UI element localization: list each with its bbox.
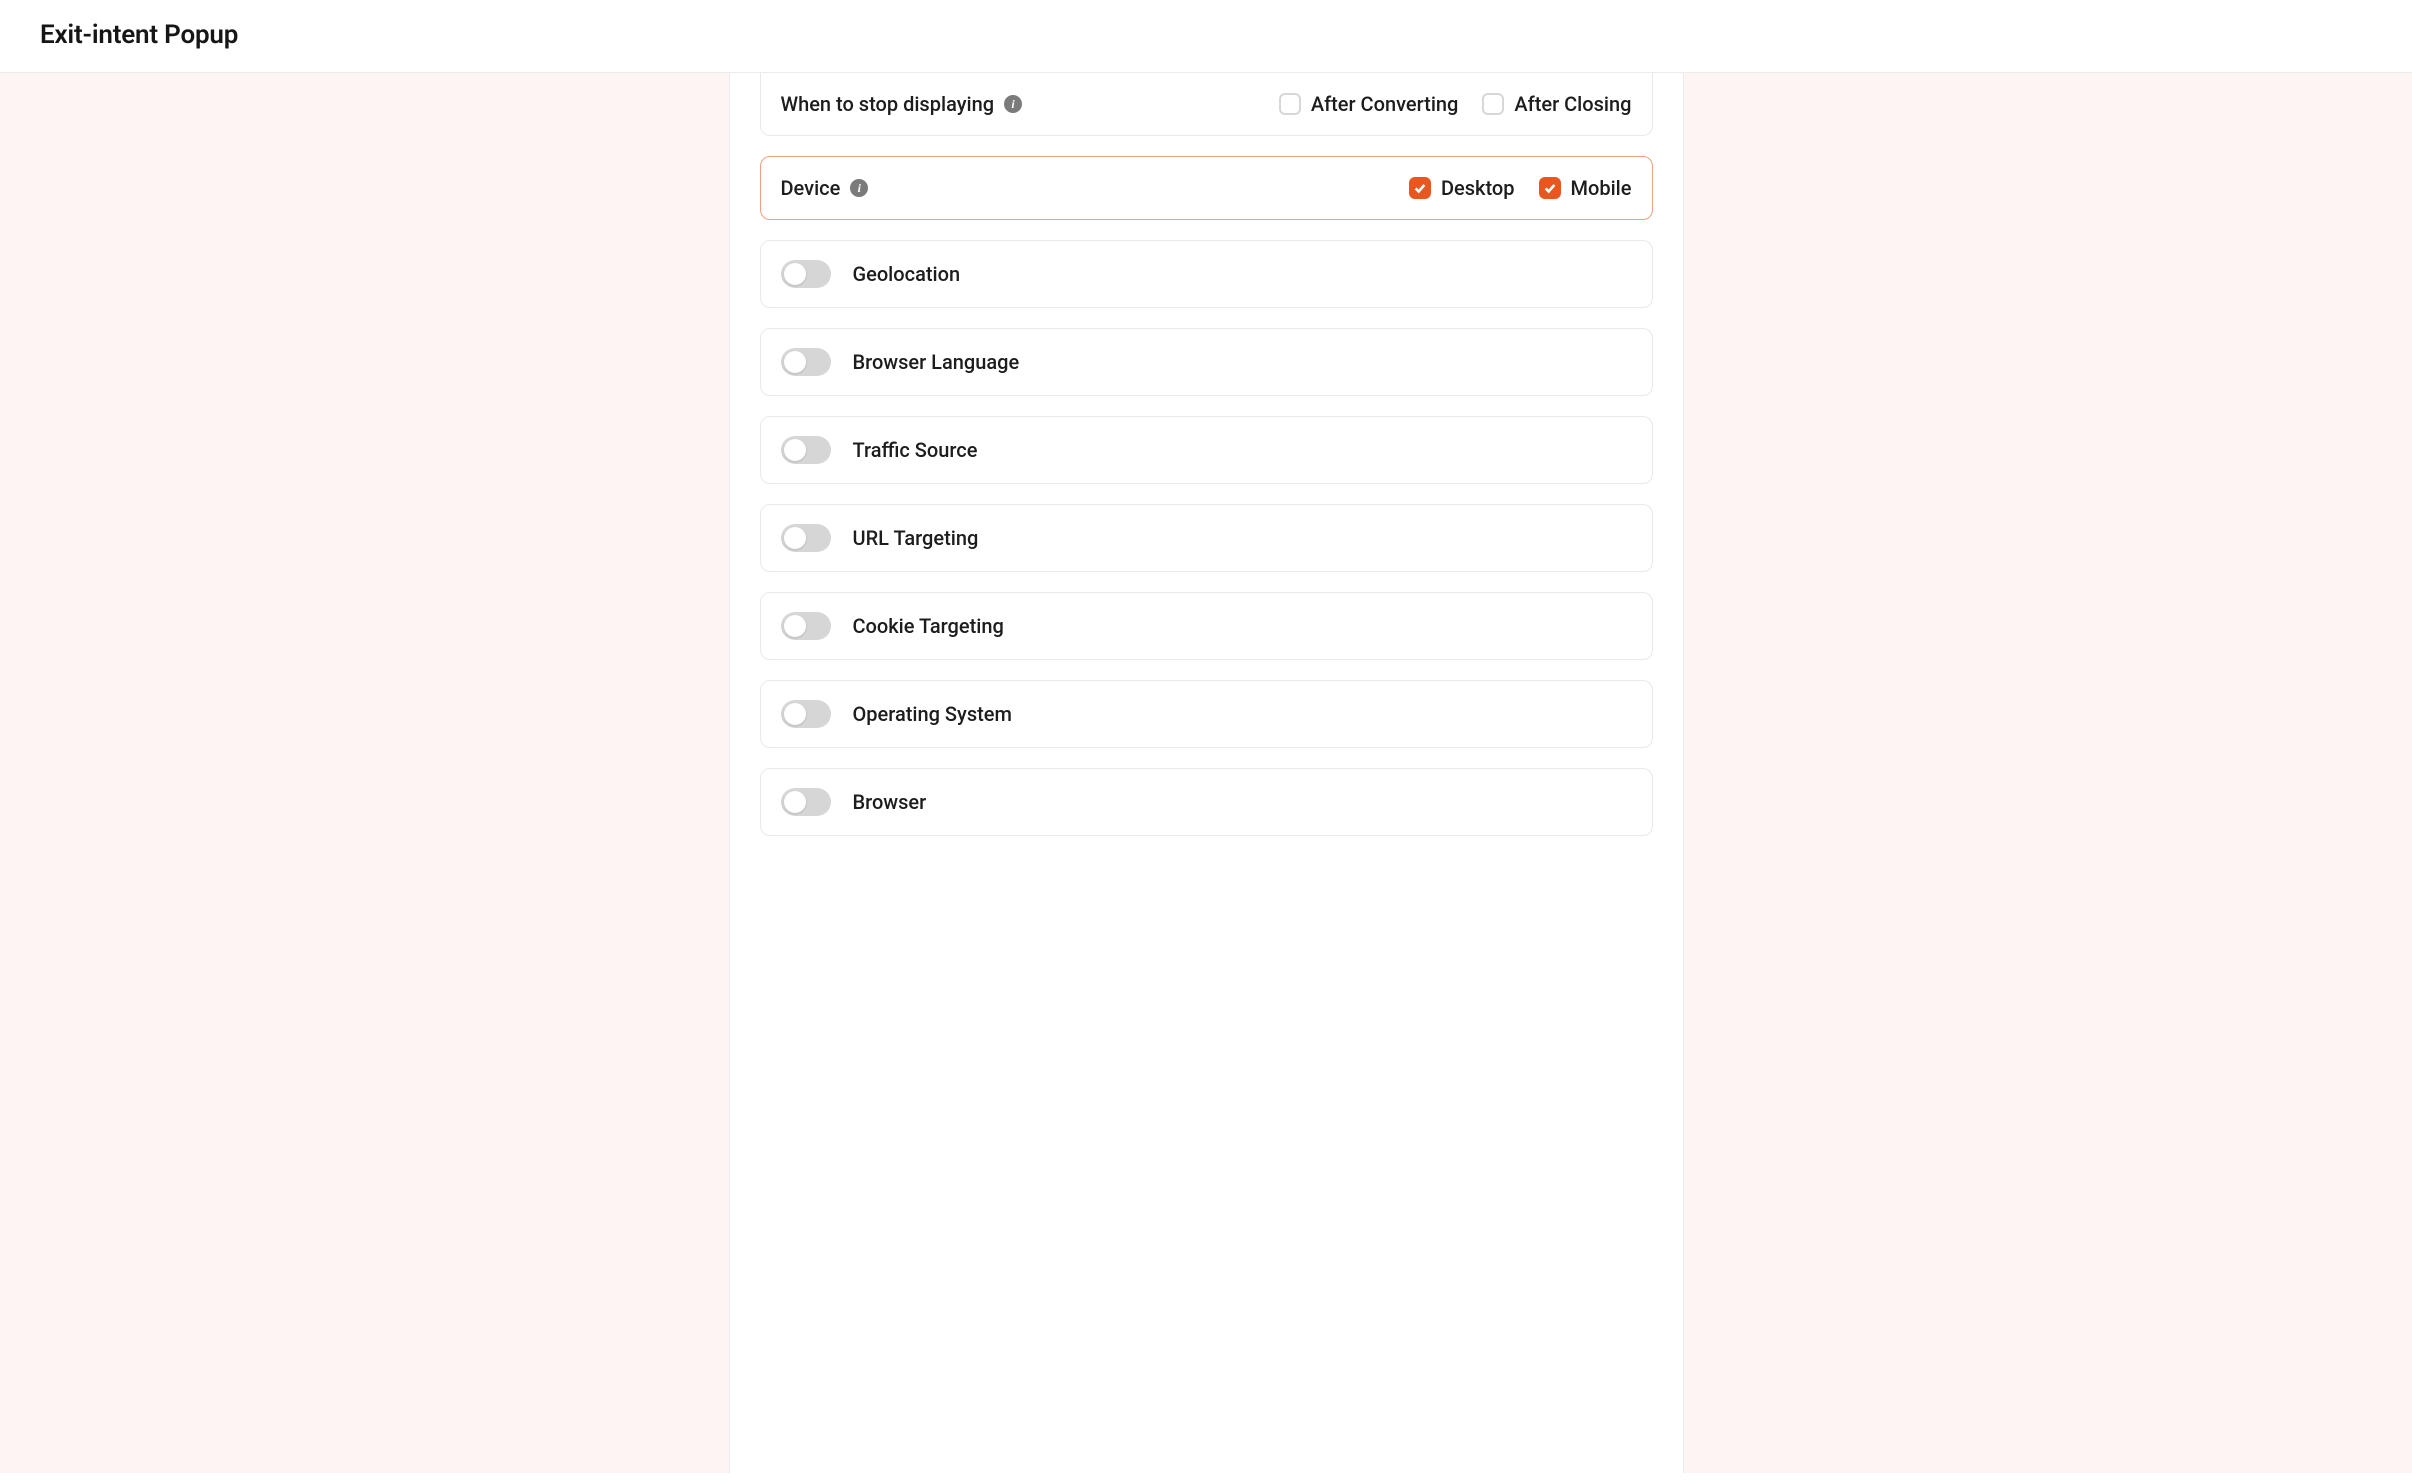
toggle-browser[interactable] [781, 788, 831, 816]
toggle-browser-language[interactable] [781, 348, 831, 376]
toggle-operating-system[interactable] [781, 700, 831, 728]
option-desktop: Desktop [1409, 176, 1515, 200]
page-title: Exit-intent Popup [40, 20, 2372, 50]
option-label: After Closing [1514, 92, 1631, 116]
checkbox-after-closing[interactable] [1482, 93, 1504, 115]
option-label: Desktop [1441, 176, 1515, 200]
row-browser-language: Browser Language [760, 328, 1653, 396]
toggle-knob [784, 439, 806, 461]
toggle-label: Cookie Targeting [853, 614, 1004, 638]
option-label: After Converting [1311, 92, 1459, 116]
row-label-stop-displaying: When to stop displaying i [781, 92, 1023, 116]
settings-panel: When to stop displaying i After Converti… [729, 73, 1684, 1473]
toggle-label: Operating System [853, 702, 1012, 726]
stop-displaying-options: After Converting After Closing [1279, 92, 1632, 116]
row-url-targeting: URL Targeting [760, 504, 1653, 572]
toggle-knob [784, 703, 806, 725]
label-text: Device [781, 176, 841, 200]
toggle-label: Browser Language [853, 350, 1020, 374]
toggle-label: Geolocation [853, 262, 961, 286]
page-background: When to stop displaying i After Converti… [0, 73, 2412, 1473]
option-after-closing: After Closing [1482, 92, 1631, 116]
toggle-knob [784, 351, 806, 373]
toggle-section: Geolocation Browser Language Traffic Sou… [760, 240, 1653, 836]
label-text: When to stop displaying [781, 92, 995, 116]
info-icon[interactable]: i [850, 179, 868, 197]
toggle-knob [784, 527, 806, 549]
toggle-label: Browser [853, 790, 927, 814]
toggle-geolocation[interactable] [781, 260, 831, 288]
toggle-knob [784, 615, 806, 637]
row-operating-system: Operating System [760, 680, 1653, 748]
check-icon [1413, 181, 1427, 195]
row-label-device: Device i [781, 176, 869, 200]
toggle-url-targeting[interactable] [781, 524, 831, 552]
toggle-traffic-source[interactable] [781, 436, 831, 464]
toggle-cookie-targeting[interactable] [781, 612, 831, 640]
toggle-knob [784, 791, 806, 813]
toggle-label: URL Targeting [853, 526, 979, 550]
row-traffic-source: Traffic Source [760, 416, 1653, 484]
row-stop-displaying: When to stop displaying i After Converti… [760, 73, 1653, 136]
row-cookie-targeting: Cookie Targeting [760, 592, 1653, 660]
option-after-converting: After Converting [1279, 92, 1459, 116]
toggle-knob [784, 263, 806, 285]
page-header: Exit-intent Popup [0, 0, 2412, 73]
row-device: Device i Desktop Mobile [760, 156, 1653, 220]
toggle-label: Traffic Source [853, 438, 978, 462]
check-icon [1543, 181, 1557, 195]
option-mobile: Mobile [1539, 176, 1632, 200]
option-label: Mobile [1571, 176, 1632, 200]
checkbox-after-converting[interactable] [1279, 93, 1301, 115]
checkbox-mobile[interactable] [1539, 177, 1561, 199]
info-icon[interactable]: i [1004, 95, 1022, 113]
checkbox-desktop[interactable] [1409, 177, 1431, 199]
device-options: Desktop Mobile [1409, 176, 1632, 200]
row-geolocation: Geolocation [760, 240, 1653, 308]
row-browser: Browser [760, 768, 1653, 836]
